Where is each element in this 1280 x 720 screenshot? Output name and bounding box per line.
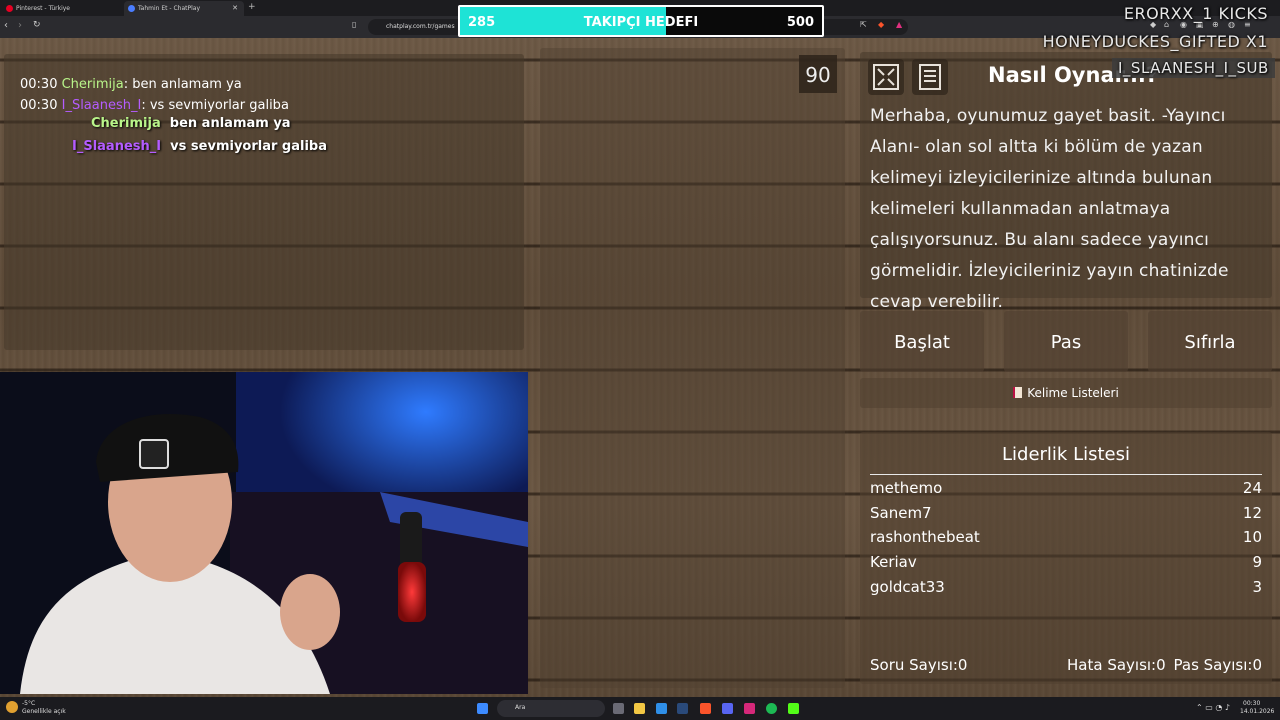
overlay-username: Cherimija [91,116,161,131]
player-name: goldcat33 [870,578,945,596]
overlay-text: vs sevmiyorlar galiba [170,139,327,154]
chat-separator: : [141,98,146,113]
tray-icons[interactable]: ⌃ ▭ ◔ ♪ [1196,703,1230,712]
how-to-play-text: Merhaba, oyunumuz gayet basit. -Yayıncı … [870,106,1229,312]
player-score: 3 [1252,578,1262,596]
discord-icon[interactable] [722,703,733,714]
error-count: Hata Sayısı:0 [1067,656,1166,674]
fullscreen-icon [873,64,899,90]
task-view-icon[interactable] [613,703,624,714]
leaderboard-row: goldcat33 3 [870,578,1262,600]
player-name: rashonthebeat [870,528,980,546]
weather-temp: -5°C [22,700,36,707]
notebook-icon [1013,387,1023,398]
player-score: 10 [1242,528,1262,546]
weather-icon [6,701,18,713]
chat-username: I_Slaanesh_I [61,98,142,113]
reset-button[interactable]: Sıfırla [1148,311,1272,372]
round-timer: 90 [799,55,837,93]
brave-shield-icon[interactable]: ◆ [878,20,884,29]
rules-button[interactable] [912,59,948,95]
file-explorer-icon[interactable] [634,703,645,714]
mail-icon[interactable] [656,703,667,714]
divider [870,474,1262,475]
word-lists-button[interactable]: Kelime Listeleri [860,378,1272,408]
pass-count: Pas Sayısı:0 [1173,656,1262,674]
chat-message: 00:30 I_Slaanesh_I: vs sevmiyorlar galib… [20,98,289,113]
sub-alert: I_SLAANESH_I_SUB [1112,58,1275,78]
goal-title: TAKIPÇI HEDEFI [583,15,699,30]
streamer-word-area [540,48,845,688]
pinterest-icon [6,5,13,12]
close-tab-icon[interactable]: ✕ [232,4,238,12]
share-icon[interactable]: ⇱ [860,20,867,29]
chat-timestamp: 00:30 [20,77,58,92]
tab-chatplay[interactable]: Tahmin Et - ChatPlay ✕ [124,1,244,16]
overlay-chat-message: I_Slaanesh_I vs sevmiyorlar galiba [72,139,327,154]
player-name: methemo [870,479,943,497]
search-label: Ara [515,704,526,711]
new-tab-button[interactable]: + [248,2,256,12]
fullscreen-button[interactable] [868,59,904,95]
taskbar-search[interactable]: Ara [497,700,605,717]
taskbar: -5°C Genellikle açık Ara ⌃ ▭ ◔ ♪ 00:30 1… [0,697,1280,720]
weather-desc: Genellikle açık [22,708,66,715]
instagram-icon[interactable] [744,703,755,714]
overlay-chat-message: Cherimija ben anlamam ya [91,116,291,131]
leaderboard-title: Liderlik Listesi [1002,444,1130,465]
leaderboard-row: methemo 24 [870,479,1262,501]
leaderboard-row: Sanem7 12 [870,504,1262,526]
goal-target: 500 [786,15,814,30]
forward-icon[interactable]: › [18,20,22,31]
clock-time: 00:30 [1243,700,1261,707]
leaderboard-row: Keriav 9 [870,553,1262,575]
brave-rewards-icon[interactable]: ▲ [896,20,902,29]
overlay-username: I_Slaanesh_I [72,139,162,154]
gift-alert: HONEYDUCKES_GIFTED X1 [1042,32,1268,51]
pass-button[interactable]: Pas [1004,311,1128,372]
player-name: Keriav [870,553,917,571]
word-lists-label: Kelime Listeleri [1027,386,1119,400]
chat-username: Cherimija [61,77,124,92]
chat-text: vs sevmiyorlar galiba [149,98,289,113]
follower-goal-bar: 285 TAKIPÇI HEDEFI 500 [458,5,824,37]
clock-date: 14.01.2026 [1240,708,1275,715]
chat-timestamp: 00:30 [20,98,58,113]
back-icon[interactable]: ‹ [4,20,8,31]
tab-label: Tahmin Et - ChatPlay [138,5,201,12]
chat-separator: : [123,77,129,92]
player-score: 9 [1252,553,1262,571]
start-button[interactable]: Başlat [860,311,984,372]
question-count: Soru Sayısı:0 [870,656,968,674]
url-text: chatplay.com.tr/games [386,23,455,30]
reload-icon[interactable]: ↻ [33,20,41,30]
chat-message: 00:30 Cherimija: ben anlamam ya [20,77,242,92]
overlay-text: ben anlamam ya [169,116,291,131]
player-score: 24 [1242,479,1262,497]
player-score: 12 [1242,504,1262,522]
tab-pinterest[interactable]: Pinterest - Türkiye [2,1,122,16]
chatplay-icon [128,5,135,12]
kick-alert: ERORXX_1 KICKS [1123,4,1268,23]
leaderboard: Liderlik Listesi methemo 24 Sanem7 12 ra… [860,432,1272,684]
leaderboard-row: rashonthebeat 10 [870,528,1262,550]
webcam-image [0,372,528,694]
start-icon[interactable] [477,703,488,714]
webcam-feed [0,372,528,694]
bookmark-icon[interactable]: ▯ [352,20,356,29]
brave-icon[interactable] [700,703,711,714]
document-icon [919,64,941,90]
kick-icon[interactable] [788,703,799,714]
chat-text: ben anlamam ya [132,77,242,92]
player-name: Sanem7 [870,504,932,522]
spotify-icon[interactable] [766,703,777,714]
tab-label: Pinterest - Türkiye [16,5,70,12]
steam-icon[interactable] [677,703,688,714]
